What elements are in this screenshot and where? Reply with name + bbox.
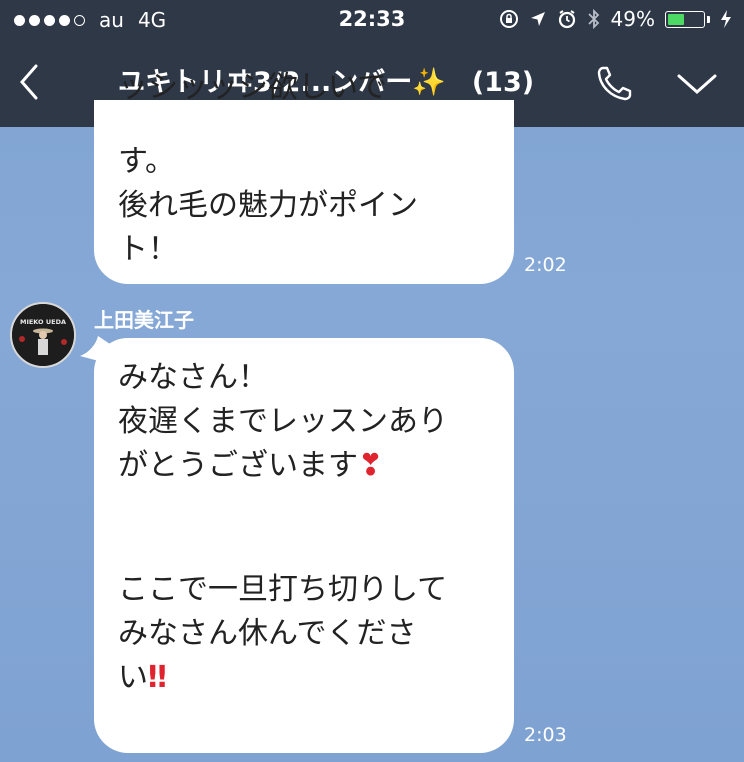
status-right: 49% <box>499 7 732 31</box>
message-line: ト！ <box>118 232 178 267</box>
avatar-image: MIEKO UEDA <box>12 304 74 366</box>
message-line: 後れ毛の魅力がポイン <box>118 188 418 223</box>
message-line: い‼ <box>118 656 514 700</box>
double-exclamation-icon: ‼ <box>148 660 167 695</box>
status-bar: au 4G 22:33 49% <box>0 0 744 40</box>
message-line: がとうございます❣ <box>118 444 514 488</box>
message-line-text: い <box>118 660 148 695</box>
sender-name: 上田美江子 <box>94 308 194 332</box>
message-line: す。 <box>118 144 175 179</box>
message-bubble[interactable]: みなさん！ 夜遅くまでレッスンあり がとうございます❣ ここで一旦打ち切りして … <box>94 338 514 753</box>
message-line-text: がとうございます <box>118 448 358 483</box>
battery-fill <box>668 13 684 25</box>
orientation-lock-icon <box>499 10 518 28</box>
message-bubble[interactable]: ッシッッシ欲しいで す。 後れ毛の魅力がポイン ト！ <box>94 70 514 284</box>
bluetooth-icon <box>587 8 599 30</box>
member-count: (13) <box>471 67 535 98</box>
message-line: みなさん！ <box>118 360 268 395</box>
battery-icon <box>665 10 705 28</box>
message-lines: す。 後れ毛の魅力がポイン ト！ <box>118 140 418 272</box>
heart-exclamation-icon: ❣ <box>358 448 384 483</box>
charging-icon <box>721 10 731 28</box>
avatar-label: MIEKO UEDA <box>20 318 66 326</box>
avatar[interactable]: MIEKO UEDA <box>10 302 76 368</box>
message-line-cut: ッシッッシ欲しいで <box>118 70 388 105</box>
message-line: 夜遅くまでレッスンあり <box>118 404 448 439</box>
back-button[interactable] <box>10 58 50 106</box>
message-line <box>118 488 514 532</box>
chevron-down-icon[interactable] <box>676 70 718 98</box>
battery-percent: 49% <box>610 7 655 31</box>
message-timestamp: 2:02 <box>524 254 567 276</box>
message-text: みなさん！ 夜遅くまでレッスンあり がとうございます❣ ここで一旦打ち切りして … <box>118 356 514 700</box>
message-timestamp: 2:03 <box>524 724 567 746</box>
message-line: みなさん休んでくださ <box>118 616 417 651</box>
call-button[interactable] <box>594 62 636 104</box>
alarm-icon <box>558 10 575 29</box>
message-line: ここで一旦打ち切りして <box>118 572 448 607</box>
location-icon <box>530 12 545 26</box>
battery-cap <box>707 15 710 23</box>
